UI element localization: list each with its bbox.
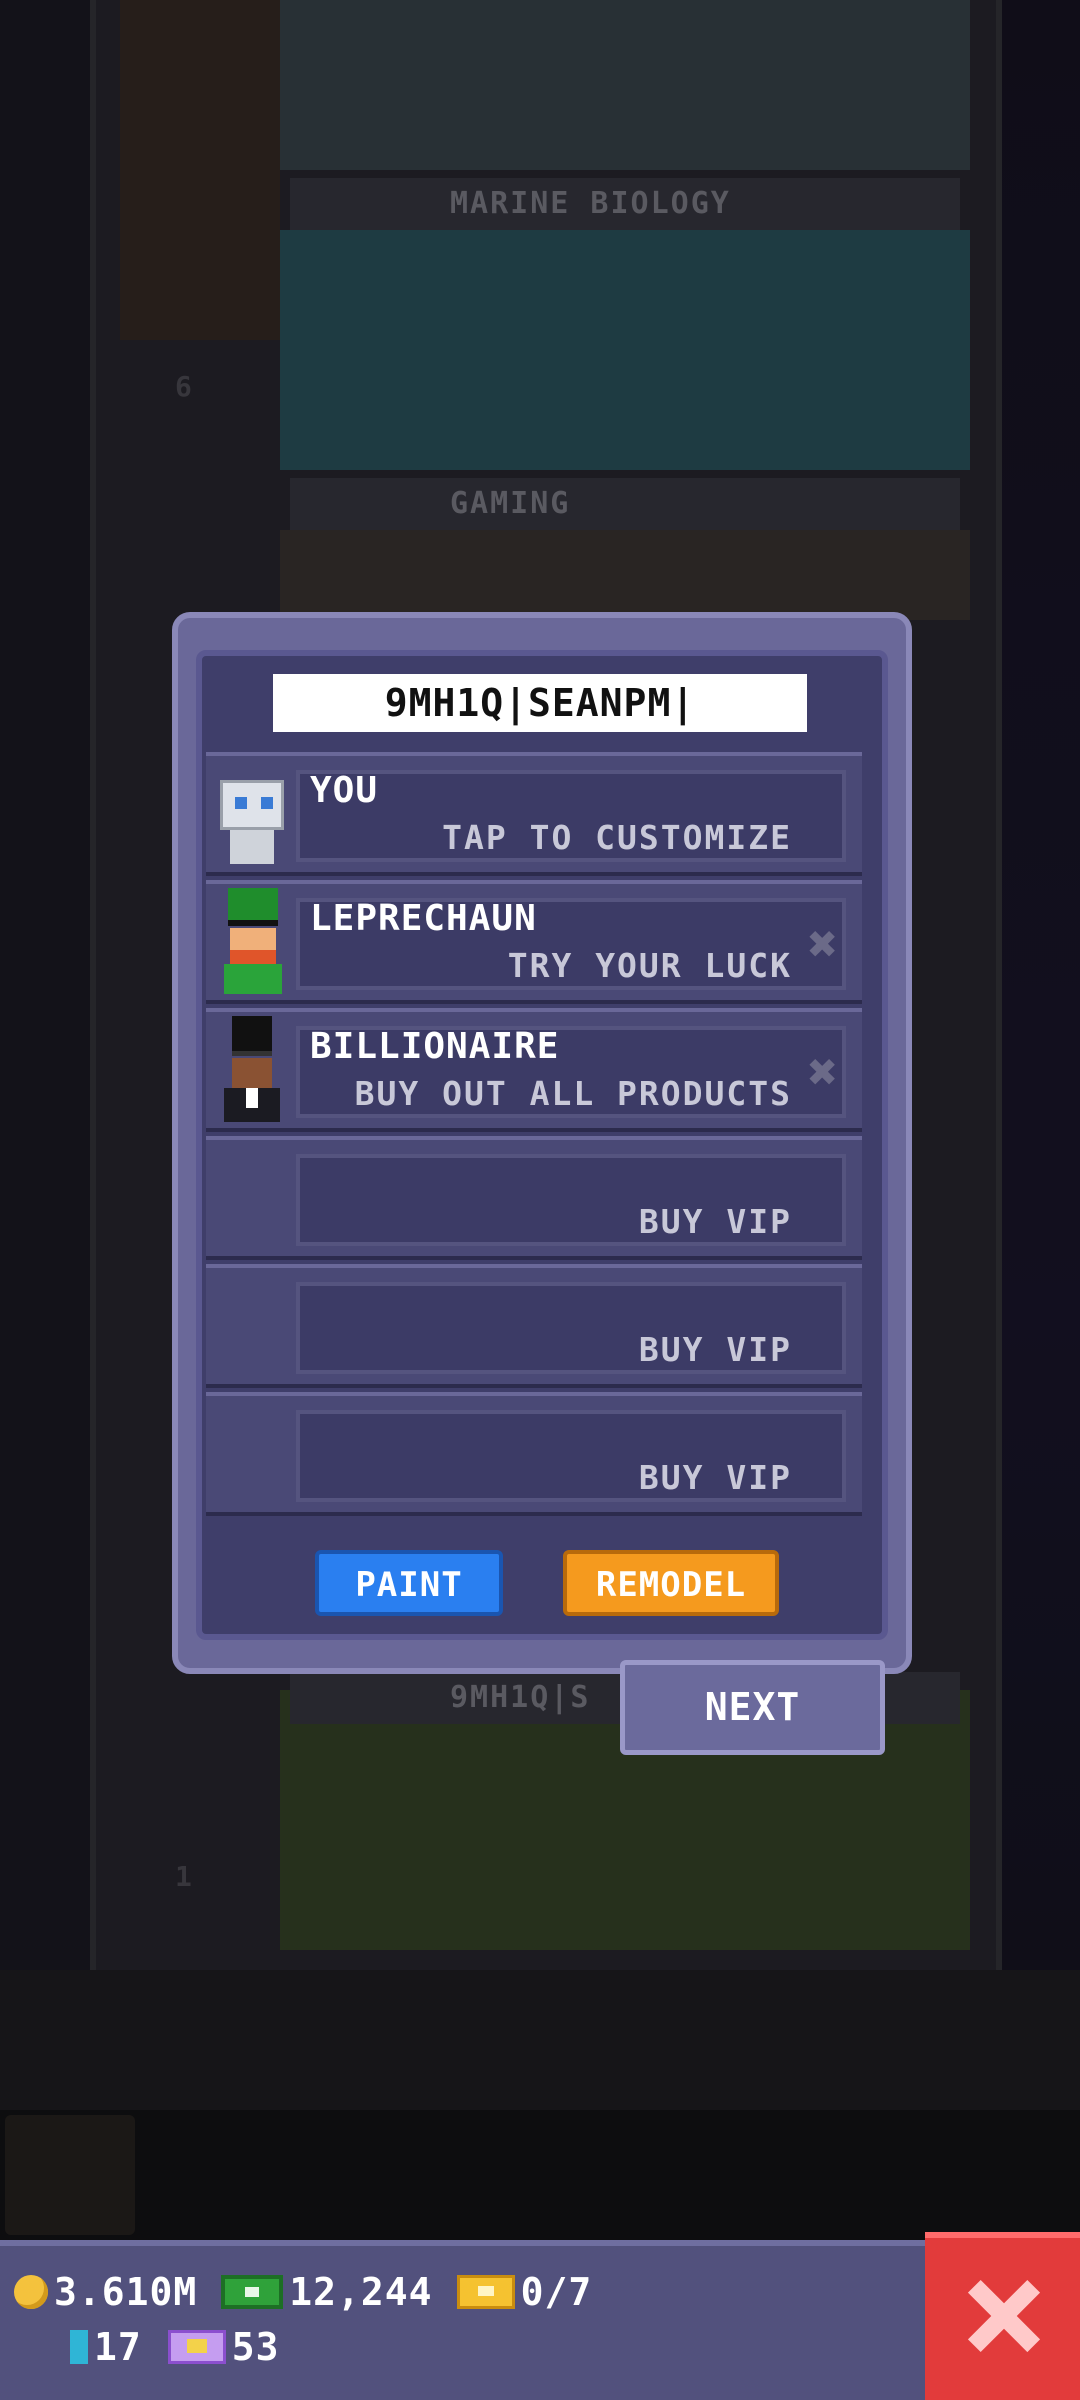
- slot-billionaire[interactable]: BILLIONAIRE BUY OUT ALL PRODUCTS ✖: [206, 1008, 862, 1132]
- vip-icon: [167, 2330, 226, 2364]
- currency-bar: [0, 2240, 930, 2400]
- slot-vip[interactable]: BUY VIP: [206, 1392, 862, 1516]
- currency-row-top: 3.610M 12,244 0/7: [14, 2270, 592, 2314]
- coin-count: 3.610M: [54, 2270, 198, 2314]
- gem-count: 17: [94, 2325, 142, 2369]
- paint-button[interactable]: PAINT: [315, 1550, 503, 1616]
- slot-subtitle: BUY OUT ALL PRODUCTS: [354, 1074, 792, 1113]
- slot-vip[interactable]: BUY VIP: [206, 1136, 862, 1260]
- slot-leprechaun[interactable]: LEPRECHAUN TRY YOUR LUCK ✖: [206, 880, 862, 1004]
- coin-icon: [14, 2275, 48, 2309]
- slot-you[interactable]: YOU TAP TO CUSTOMIZE: [206, 752, 862, 876]
- currency-row-bottom: 17 53: [70, 2325, 280, 2369]
- slot-title: LEPRECHAUN: [310, 898, 537, 939]
- buy-vip-label: BUY VIP: [638, 1202, 792, 1241]
- close-icon: [965, 2278, 1041, 2354]
- slot-title: BILLIONAIRE: [310, 1026, 560, 1067]
- slot-subtitle: TAP TO CUSTOMIZE: [442, 818, 792, 857]
- remodel-button[interactable]: REMODEL: [563, 1550, 779, 1616]
- billionaire-avatar: [210, 1016, 294, 1126]
- ticket-icon: [456, 2275, 515, 2309]
- vip-count: 53: [231, 2325, 280, 2369]
- buy-vip-label: BUY VIP: [638, 1330, 792, 1369]
- bux-icon: [221, 2275, 284, 2309]
- slot-title: YOU: [310, 770, 379, 811]
- ticket-count: 0/7: [520, 2270, 593, 2314]
- next-button[interactable]: NEXT: [620, 1660, 885, 1755]
- gem-icon: [70, 2330, 88, 2364]
- close-button[interactable]: [925, 2232, 1080, 2400]
- robot-avatar: [210, 760, 294, 870]
- bux-count: 12,244: [289, 2270, 433, 2314]
- remove-icon[interactable]: ✖: [808, 1047, 838, 1097]
- leprechaun-avatar: [210, 888, 294, 998]
- remove-icon[interactable]: ✖: [808, 919, 838, 969]
- tower-name-input[interactable]: 9MH1Q|SEANPM|: [273, 674, 807, 732]
- slot-vip[interactable]: BUY VIP: [206, 1264, 862, 1388]
- slot-subtitle: TRY YOUR LUCK: [507, 946, 792, 985]
- buy-vip-label: BUY VIP: [638, 1458, 792, 1497]
